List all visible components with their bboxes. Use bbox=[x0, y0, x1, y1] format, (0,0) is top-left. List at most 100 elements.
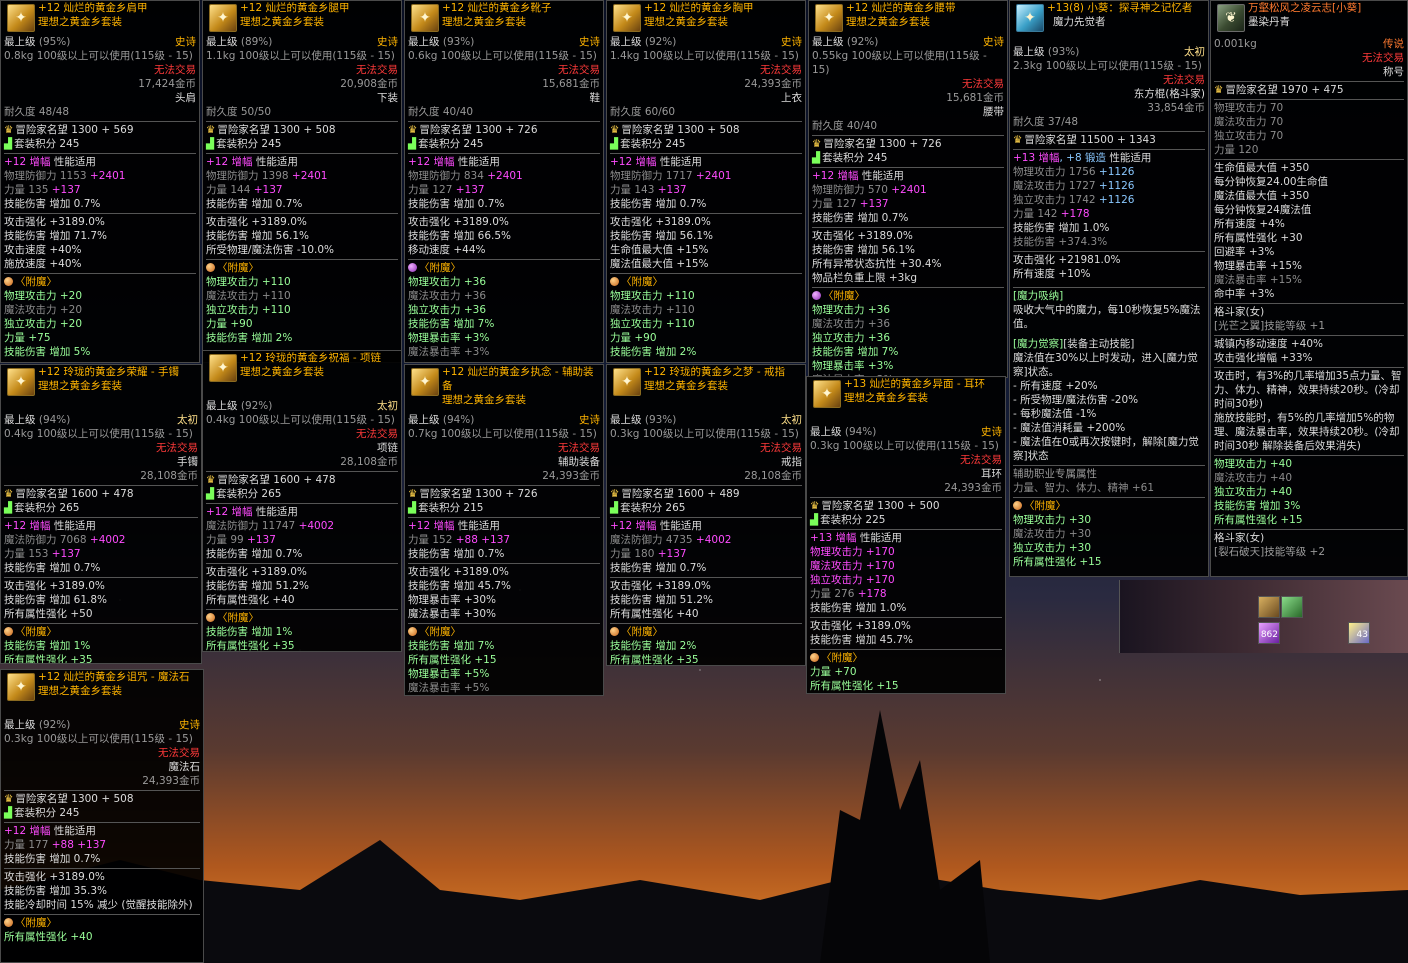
medal-icon: ♛ bbox=[810, 500, 820, 512]
belt-stat-1: +2401 bbox=[891, 184, 927, 196]
chest-enchant-line-4: 技能伤害 增加 2% bbox=[610, 346, 697, 358]
legs-amp: +12 增幅 性能适用 bbox=[206, 153, 398, 169]
buff-slot-1[interactable] bbox=[1258, 596, 1280, 618]
necklace-grade: 最上级 (92%) bbox=[206, 399, 272, 413]
stone-amp: +12 增幅 性能适用 bbox=[4, 822, 200, 838]
earring-str-base: 力量 276 bbox=[810, 588, 858, 600]
title-stat-4: 所有速度 +4% bbox=[1214, 218, 1285, 230]
ring-requirement: 0.3kg 100级以上可以使用(115级 - 15) bbox=[610, 427, 802, 441]
chest-enchant: 〈附魔〉 bbox=[610, 273, 802, 289]
legs-stat-0: 物理防御力 1398 bbox=[206, 170, 292, 182]
bracelet-str-base: 力量 153 bbox=[4, 548, 52, 560]
title-stat-9: 命中率 +3% bbox=[1214, 288, 1275, 300]
shoes-amp-suffix: 性能适用 bbox=[457, 156, 500, 168]
support-price: 24,393金币 bbox=[542, 470, 600, 482]
stone-stat-2: +137 bbox=[77, 839, 107, 851]
medal-icon: ♛ bbox=[4, 793, 14, 805]
legs-amp-level: +12 增幅 bbox=[206, 156, 253, 168]
stone-set-text: 套装积分 245 bbox=[14, 807, 80, 819]
earring-req: 100级以上可以使用(115级 - 15) bbox=[842, 440, 999, 452]
shoulder-enchant-line-1: 魔法攻击力 +20 bbox=[4, 304, 82, 316]
legs-enchant-line-4: 技能伤害 增加 2% bbox=[206, 332, 293, 344]
necklace-trade: 无法交易 bbox=[356, 428, 398, 440]
support-trade: 无法交易 bbox=[558, 442, 600, 454]
belt-line-3: 物品栏负重上限 +3kg bbox=[812, 272, 918, 284]
ring-grade: 最上级 (93%) bbox=[610, 413, 676, 427]
belt-str-bonus: +137 bbox=[859, 198, 889, 210]
weapon-rarity: 太初 bbox=[1184, 46, 1205, 58]
necklace-set-text: 套装积分 265 bbox=[216, 488, 282, 500]
ring-trade: 无法交易 bbox=[760, 442, 802, 454]
stone-skill-dmg: 技能伤害 增加 0.7% bbox=[4, 852, 200, 866]
legs-line-2: 所受物理/魔法伤害 -10.0% bbox=[206, 244, 335, 256]
bracelet-enchant-line-0: 技能伤害 增加 1% bbox=[4, 640, 91, 652]
shoes-enchant-line-4: 物理暴击率 +3% bbox=[408, 332, 490, 344]
support-req: 100级以上可以使用(115级 - 15) bbox=[440, 428, 597, 440]
stone-fame-text: 冒险家名望 1300 + 508 bbox=[15, 793, 134, 805]
shoulder-item-icon: ✦ bbox=[7, 4, 35, 32]
shoes-enchant-line-0: 物理攻击力 +36 bbox=[408, 276, 486, 288]
earring-slot: 耳环 bbox=[981, 468, 1002, 480]
medal-icon: ♛ bbox=[4, 488, 14, 500]
belt-enchant-line-4: 物理暴击率 +3% bbox=[812, 360, 894, 372]
chest-base-stat: 物理防御力 1717 +2401 bbox=[610, 169, 802, 183]
weapon-atk-bonus-1: +1126 bbox=[1098, 180, 1135, 192]
legs-header: ✦ +12 灿烂的黄金乡腿甲 理想之黄金乡套装 bbox=[206, 1, 398, 35]
weapon-skill2-item-4: - 魔法值在0或再次按键时，解除[魔力觉察]状态 bbox=[1013, 436, 1199, 462]
chest-str: 力量 143 +137 bbox=[610, 183, 802, 197]
shoulder-set-name: 理想之黄金乡套装 bbox=[38, 16, 122, 28]
weapon-fame: ♛ 冒险家名望 11500 + 1343 bbox=[1013, 131, 1205, 147]
title-job1: 格斗家(女) bbox=[1214, 303, 1404, 319]
shoulder-req: 100级以上可以使用(115级 - 15) bbox=[36, 50, 193, 62]
legs-line-0: 攻击强化 +3189.0% bbox=[206, 213, 398, 229]
support-name-text: +12 灿烂的黄金乡执念 - 辅助装备 bbox=[442, 366, 594, 392]
stone-req: 100级以上可以使用(115级 - 15) bbox=[36, 733, 193, 745]
shoes-skill-dmg-text: 技能伤害 增加 0.7% bbox=[408, 198, 505, 210]
necklace-str-base: 力量 99 bbox=[206, 534, 248, 546]
consumable-slot-1[interactable]: 862 bbox=[1258, 622, 1280, 644]
earring-set-points: ▟ 套装积分 225 bbox=[810, 513, 1002, 527]
belt-str: 力量 127 +137 bbox=[812, 197, 1004, 211]
earring-set-name: 理想之黄金乡套装 bbox=[844, 392, 928, 404]
earring-skill-dmg-text: 技能伤害 增加 1.0% bbox=[810, 602, 907, 614]
chest-amp: +12 增幅 性能适用 bbox=[610, 153, 802, 169]
weapon-req: 2.3kg 100级以上可以使用(115级 - 15) bbox=[1013, 60, 1202, 72]
ring-str-base: 力量 180 bbox=[610, 548, 658, 560]
consumable-slot-2[interactable]: 43 bbox=[1348, 622, 1370, 644]
shoulder-name-text: +12 灿烂的黄金乡肩甲 bbox=[38, 2, 148, 14]
stone-line-1: 技能伤害 增加 35.3% bbox=[4, 885, 108, 897]
chest-weight: 1.4kg bbox=[610, 50, 640, 62]
bracelet-enchant-title: 〈附魔〉 bbox=[15, 626, 57, 638]
belt-name-text: +12 灿烂的黄金乡腰带 bbox=[846, 2, 956, 14]
weapon-skd: 技能伤害 增加 1.0% bbox=[1013, 222, 1110, 234]
bracelet-fame-text: 冒险家名望 1600 + 478 bbox=[15, 488, 134, 500]
support-enchant-line-1: 所有属性强化 +15 bbox=[408, 654, 497, 666]
support-amp-level: +12 增幅 bbox=[408, 520, 455, 532]
weapon-enchant-line-3: 所有属性强化 +15 bbox=[1013, 556, 1102, 568]
weapon-job2: 力量、智力、体力、精神 +61 bbox=[1013, 482, 1154, 494]
chest-fame-text: 冒险家名望 1300 + 508 bbox=[621, 124, 740, 136]
support-enchant: 〈附魔〉 bbox=[408, 623, 600, 639]
earring-stat-0: 物理攻击力 +170 bbox=[810, 546, 895, 558]
necklace-amp: +12 增幅 性能适用 bbox=[206, 503, 398, 519]
enchant-orb-icon bbox=[810, 653, 819, 662]
ring-stat-1: +4002 bbox=[695, 534, 732, 546]
buff-slot-2[interactable] bbox=[1281, 596, 1303, 618]
belt-requirement: 0.55kg 100级以上可以使用(115级 - 15) bbox=[812, 49, 1004, 77]
necklace-header: ✦ +12 玲珑的黄金乡祝福 - 项链 理想之黄金乡套装 bbox=[206, 351, 398, 399]
belt-amp-level: +12 增幅 bbox=[812, 170, 859, 182]
belt-amp-suffix: 性能适用 bbox=[861, 170, 904, 182]
medal-icon: ♛ bbox=[206, 124, 216, 136]
legs-str-bonus: +137 bbox=[253, 184, 283, 196]
weapon-atk-strength: 攻击强化 +21981.0% bbox=[1013, 251, 1205, 267]
bracelet-rarity: 太初 bbox=[177, 414, 198, 426]
ring-name-text: +12 玲珑的黄金乡之梦 - 戒指 bbox=[644, 366, 785, 378]
weapon-atk-base-1: 魔法攻击力 1727 bbox=[1013, 180, 1099, 192]
necklace-set-points: ▟ 套装积分 265 bbox=[206, 487, 398, 501]
legs-req: 100级以上可以使用(115级 - 15) bbox=[238, 50, 395, 62]
quickslot-bar[interactable]: 862 43 bbox=[1119, 580, 1408, 653]
stone-header: ✦ +12 灿烂的黄金乡诅咒 - 魔法石 理想之黄金乡套装 bbox=[4, 670, 200, 718]
bracelet-item-icon: ✦ bbox=[7, 368, 35, 396]
shoulder-tooltip: ✦ +12 灿烂的黄金乡肩甲 理想之黄金乡套装 最上级 (95%) 史诗 0.8kg 10… bbox=[0, 0, 200, 363]
bracelet-enchant: 〈附魔〉 bbox=[4, 623, 198, 639]
